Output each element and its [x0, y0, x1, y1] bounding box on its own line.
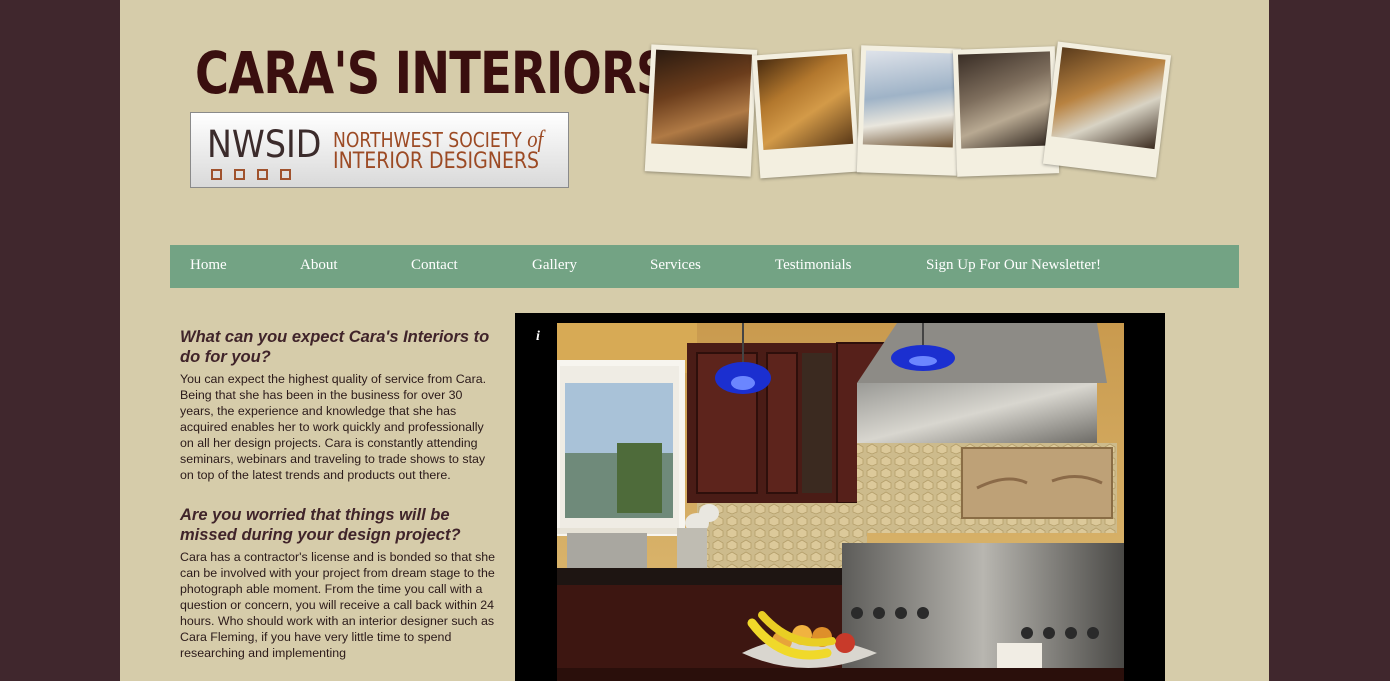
nav-about[interactable]: About — [300, 257, 338, 274]
slideshow-image — [557, 323, 1124, 681]
slideshow[interactable]: i — [515, 313, 1165, 681]
section-body-worried: Cara has a contractor's license and is b… — [180, 550, 496, 660]
nwsid-squares-icon — [211, 169, 291, 180]
section-body-expect: You can expect the highest quality of se… — [180, 372, 487, 482]
nav-gallery[interactable]: Gallery — [532, 257, 577, 274]
header-photo-5 — [1042, 41, 1172, 178]
section-heading-expect: What can you expect Cara's Interiors to … — [180, 328, 490, 366]
page-container: CARA'S INTERIORS NWSID NORTHWEST SOCIETY… — [120, 0, 1269, 681]
header-photo-1 — [644, 44, 758, 177]
nav-contact[interactable]: Contact — [411, 257, 458, 274]
main-nav: Home About Contact Gallery Services Test… — [170, 245, 1239, 288]
info-icon[interactable]: i — [536, 329, 540, 345]
section-heading-worried: Are you worried that things will be miss… — [180, 506, 461, 544]
nwsid-line2: INTERIOR DESIGNERS — [333, 149, 540, 174]
nav-testimonials[interactable]: Testimonials — [775, 257, 851, 274]
nav-home[interactable]: Home — [190, 257, 227, 274]
nwsid-logo[interactable]: NWSID NORTHWEST SOCIETY of INTERIOR DESI… — [190, 112, 569, 188]
site-title[interactable]: CARA'S INTERIORS — [195, 38, 669, 108]
kitchen-photo — [557, 323, 1124, 681]
nwsid-abbr: NWSID — [207, 123, 322, 166]
nav-services[interactable]: Services — [650, 257, 701, 274]
header-photo-2 — [751, 48, 861, 179]
header-photo-3 — [856, 45, 962, 176]
nav-newsletter[interactable]: Sign Up For Our Newsletter! — [926, 257, 1101, 274]
main-content: What can you expect Cara's Interiors to … — [180, 327, 496, 681]
